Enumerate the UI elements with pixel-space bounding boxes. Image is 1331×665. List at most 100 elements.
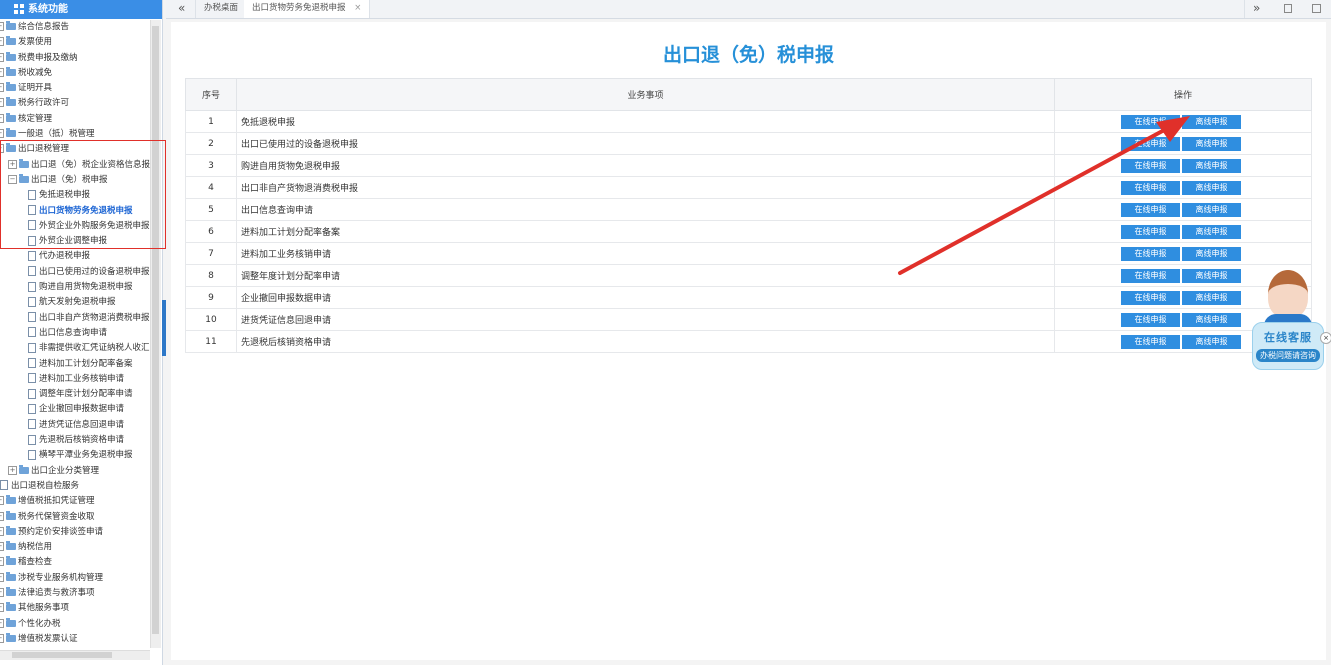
collapse-icon[interactable]: − — [0, 113, 4, 123]
offline-declare-button[interactable]: 离线申报 — [1182, 158, 1241, 173]
offline-declare-button[interactable]: 离线申报 — [1182, 246, 1241, 261]
restore-icon[interactable] — [1284, 4, 1292, 13]
sidebar-item[interactable]: 出口非自产货物退消费税申报 — [0, 311, 150, 326]
sidebar-item[interactable]: 先退税后核销资格申请 — [0, 433, 150, 448]
sidebar-item[interactable]: − 预约定价安排谈签申请 — [0, 525, 150, 540]
sidebar-item-label: 出口信息查询申请 — [39, 327, 108, 338]
collapse-icon[interactable]: − — [0, 37, 4, 47]
online-declare-button[interactable]: 在线申报 — [1121, 290, 1180, 305]
offline-declare-button[interactable]: 离线申报 — [1182, 136, 1241, 151]
collapse-icon[interactable]: − — [0, 511, 4, 521]
cell-seq: 11 — [185, 330, 237, 353]
online-declare-button[interactable]: 在线申报 — [1121, 334, 1180, 349]
collapse-icon[interactable]: − — [0, 572, 4, 582]
sidebar-item[interactable]: 调整年度计划分配率申请 — [0, 387, 150, 402]
online-declare-button[interactable]: 在线申报 — [1121, 158, 1180, 173]
sidebar-item[interactable]: 进货凭证信息回退申请 — [0, 418, 150, 433]
online-declare-button[interactable]: 在线申报 — [1121, 224, 1180, 239]
horizontal-scrollbar[interactable] — [0, 650, 150, 660]
sidebar-item[interactable]: 航天发射免退税申报 — [0, 295, 150, 310]
sidebar-item[interactable]: 出口退税自检服务 — [0, 479, 150, 494]
maximize-icon[interactable] — [1312, 4, 1321, 13]
sidebar-item[interactable]: + 出口企业分类管理 — [0, 464, 150, 479]
online-declare-button[interactable]: 在线申报 — [1121, 202, 1180, 217]
table-row: 9 企业撤回申报数据申请 在线申报 离线申报 — [185, 286, 1312, 309]
online-declare-button[interactable]: 在线申报 — [1121, 180, 1180, 195]
sidebar-item[interactable]: − 法律追责与救济事项 — [0, 586, 150, 601]
customer-service-widget[interactable]: 在线客服 办税问题请咨询 — [1250, 266, 1326, 372]
sidebar-item[interactable]: − 税费申报及缴纳 — [0, 51, 150, 66]
online-declare-button[interactable]: 在线申报 — [1121, 114, 1180, 129]
sidebar-item[interactable]: − 发票使用 — [0, 35, 150, 50]
sidebar-item[interactable]: 横琴平潭业务免退税申报 — [0, 448, 150, 463]
tab-home[interactable]: 办税桌面 — [195, 0, 248, 18]
tab-close-icon[interactable]: × — [354, 3, 361, 13]
sidebar-item[interactable]: − 增值税发票认证 — [0, 632, 150, 647]
sidebar-header[interactable]: 系统功能 — [0, 0, 162, 19]
collapse-icon[interactable]: − — [0, 496, 4, 506]
collapse-icon[interactable]: − — [0, 633, 4, 643]
collapse-icon[interactable]: − — [0, 22, 4, 31]
offline-declare-button[interactable]: 离线申报 — [1182, 180, 1241, 195]
offline-declare-button[interactable]: 离线申报 — [1182, 334, 1241, 349]
collapse-icon[interactable]: − — [0, 52, 4, 62]
cell-ops: 在线申报 离线申报 — [1054, 154, 1312, 177]
sidebar-item[interactable]: 出口信息查询申请 — [0, 326, 150, 341]
sidebar-item[interactable]: − 证明开具 — [0, 81, 150, 96]
sidebar-item[interactable]: − 税务行政许可 — [0, 96, 150, 111]
sidebar-item[interactable]: − 纳税信用 — [0, 540, 150, 555]
vertical-scrollbar[interactable] — [150, 20, 161, 648]
sidebar-item[interactable]: 代办退税申报 — [0, 249, 150, 264]
online-declare-button[interactable]: 在线申报 — [1121, 136, 1180, 151]
sidebar-item[interactable]: − 涉税专业服务机构管理 — [0, 571, 150, 586]
collapse-icon[interactable]: − — [0, 526, 4, 536]
sidebar-collapse-handle[interactable] — [162, 300, 166, 356]
tab-active[interactable]: 出口货物劳务免退税申报 × — [244, 0, 371, 18]
collapse-icon[interactable]: − — [0, 67, 4, 77]
scrollbar-thumb[interactable] — [12, 652, 112, 658]
scrollbar-thumb[interactable] — [152, 26, 159, 634]
tabs-prev-icon[interactable]: « — [170, 0, 193, 18]
offline-declare-button[interactable]: 离线申报 — [1182, 224, 1241, 239]
collapse-icon[interactable]: − — [0, 557, 4, 567]
sidebar-item[interactable]: − 增值税抵扣凭证管理 — [0, 494, 150, 509]
collapse-icon[interactable]: − — [0, 587, 4, 597]
sidebar-item[interactable]: 企业撤回申报数据申请 — [0, 402, 150, 417]
collapse-icon[interactable]: − — [0, 603, 4, 613]
sidebar-item-label: 企业撤回申报数据申请 — [39, 404, 125, 415]
sidebar-item[interactable]: − 其他服务事项 — [0, 601, 150, 616]
tabs-next-icon[interactable]: » — [1244, 0, 1268, 18]
collapse-icon[interactable]: − — [0, 83, 4, 93]
online-declare-button[interactable]: 在线申报 — [1121, 246, 1180, 261]
sidebar-item[interactable]: 购进自用货物免退税申报 — [0, 280, 150, 295]
sidebar-item[interactable]: − 税收减免 — [0, 66, 150, 81]
online-declare-button[interactable]: 在线申报 — [1121, 268, 1180, 283]
sidebar-item-label: 税费申报及缴纳 — [18, 52, 78, 63]
online-declare-button[interactable]: 在线申报 — [1121, 312, 1180, 327]
cs-close-icon[interactable]: × — [1320, 332, 1331, 344]
sidebar-item[interactable]: − 核定管理 — [0, 112, 150, 127]
collapse-icon[interactable]: − — [0, 129, 4, 139]
offline-declare-button[interactable]: 离线申报 — [1182, 312, 1241, 327]
sidebar-item-label: 调整年度计划分配率申请 — [39, 389, 133, 400]
sidebar-item[interactable]: 进料加工计划分配率备案 — [0, 357, 150, 372]
collapse-icon[interactable]: − — [0, 618, 4, 628]
sidebar-item[interactable]: − 稽查检查 — [0, 555, 150, 570]
sidebar-item[interactable]: 非需提供收汇凭证纳税人收汇 — [0, 341, 150, 356]
sidebar-item[interactable]: − 综合信息报告 — [0, 20, 150, 35]
sidebar-item[interactable]: 出口已使用过的设备退税申报 — [0, 265, 150, 280]
offline-declare-button[interactable]: 离线申报 — [1182, 290, 1241, 305]
sidebar-item[interactable]: − 个性化办税 — [0, 617, 150, 632]
sidebar-item[interactable]: − 税务代保管资金收取 — [0, 510, 150, 525]
offline-declare-button[interactable]: 离线申报 — [1182, 202, 1241, 217]
file-icon — [28, 358, 36, 369]
cs-bubble[interactable]: 在线客服 办税问题请咨询 — [1252, 322, 1324, 370]
sidebar-item-label: 个性化办税 — [18, 618, 61, 629]
sidebar-item[interactable]: 进料加工业务核销申请 — [0, 372, 150, 387]
offline-declare-button[interactable]: 离线申报 — [1182, 268, 1241, 283]
expand-icon[interactable]: + — [8, 465, 17, 475]
offline-declare-button[interactable]: 离线申报 — [1182, 114, 1241, 129]
sidebar-item-label: 税务代保管资金收取 — [18, 511, 95, 522]
collapse-icon[interactable]: − — [0, 542, 4, 552]
collapse-icon[interactable]: − — [0, 98, 4, 108]
